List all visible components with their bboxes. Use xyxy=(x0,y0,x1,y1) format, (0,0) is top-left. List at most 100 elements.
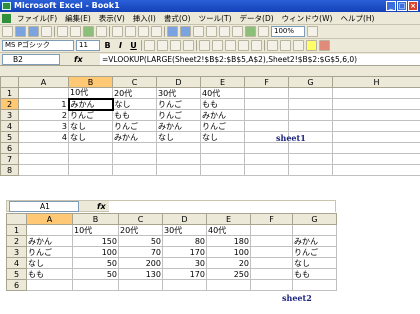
help-icon[interactable] xyxy=(307,26,318,37)
sheet1-cell-f2[interactable] xyxy=(244,98,289,110)
sheet2-cell-g4[interactable]: なし xyxy=(292,257,337,269)
sheet2-cell-b5[interactable]: 50 xyxy=(72,268,119,280)
sort-descending-icon[interactable] xyxy=(232,26,243,37)
sheet2-cell-a5[interactable]: もも xyxy=(26,268,73,280)
sheet1-cell-a7[interactable] xyxy=(18,153,69,165)
sheet1-cell-a6[interactable] xyxy=(18,142,69,154)
sheet2-row-header[interactable]: 4 xyxy=(6,257,27,269)
sheet2-cell-g2[interactable]: みかん xyxy=(292,235,337,247)
sheet2-cell-e1[interactable]: 40代 xyxy=(206,224,251,236)
italic-button[interactable]: I xyxy=(115,40,126,51)
sheet2-cell-e4[interactable]: 20 xyxy=(206,257,251,269)
sheet1-select-all-corner[interactable] xyxy=(0,76,19,88)
sheet1-cell-h4[interactable] xyxy=(332,120,420,132)
sheet1-cell-c4[interactable]: りんご xyxy=(112,120,157,132)
merge-center-icon[interactable] xyxy=(183,40,194,51)
sheet2-cell-d2[interactable]: 80 xyxy=(162,235,207,247)
sheet1-row-header[interactable]: 2 xyxy=(0,98,19,110)
sheet2-cell-g6[interactable] xyxy=(292,279,337,291)
borders-icon[interactable] xyxy=(293,40,304,51)
sheet2-cell-d3[interactable]: 170 xyxy=(162,246,207,258)
formula-input[interactable]: =VLOOKUP(LARGE(Sheet2!$B$2:$B$5,A$2),She… xyxy=(100,53,420,65)
maximize-button[interactable]: □ xyxy=(397,1,407,11)
open-folder-icon[interactable] xyxy=(15,26,26,37)
sort-ascending-icon[interactable] xyxy=(219,26,230,37)
sheet1-cell-g6[interactable] xyxy=(288,142,333,154)
cut-icon[interactable] xyxy=(112,26,123,37)
sheet1-cell-b8[interactable] xyxy=(68,164,113,176)
sheet1-cell-c5[interactable]: みかん xyxy=(112,131,157,143)
sheet2-fx-icon[interactable]: fx xyxy=(79,202,109,211)
sheet2-row-header[interactable]: 3 xyxy=(6,246,27,258)
sheet1-column-header-c[interactable]: C xyxy=(112,76,157,88)
sheet1-cell-f6[interactable] xyxy=(244,142,289,154)
sheet2-cell-c1[interactable]: 20代 xyxy=(118,224,163,236)
sheet1-cell-f8[interactable] xyxy=(244,164,289,176)
sheet1-cell-b7[interactable] xyxy=(68,153,113,165)
sheet1-column-header-b[interactable]: B xyxy=(68,76,113,88)
sheet1-cell-a1[interactable] xyxy=(18,87,69,99)
sheet2-select-all-corner[interactable] xyxy=(6,213,27,225)
print-preview-icon[interactable] xyxy=(70,26,81,37)
sheet2-column-header-c[interactable]: C xyxy=(118,213,163,225)
sheet1-cell-d2[interactable]: りんご xyxy=(156,98,201,110)
sheet1-cell-e2[interactable]: もも xyxy=(200,98,245,110)
sheet1-cell-e5[interactable]: なし xyxy=(200,131,245,143)
sheet1-cell-a4[interactable]: 3 xyxy=(18,120,69,132)
currency-icon[interactable] xyxy=(199,40,210,51)
menu-window[interactable]: ウィンドウ(W) xyxy=(278,13,337,24)
sheet1-cell-d5[interactable]: なし xyxy=(156,131,201,143)
sheet2-cell-g5[interactable]: もも xyxy=(292,268,337,280)
sheet2-column-header-g[interactable]: G xyxy=(292,213,337,225)
sheet1-column-header-f[interactable]: F xyxy=(244,76,289,88)
decrease-indent-icon[interactable] xyxy=(267,40,278,51)
sheet2-cell-g1[interactable] xyxy=(292,224,337,236)
sheet2-cell-d5[interactable]: 170 xyxy=(162,268,207,280)
sheet2-column-header-e[interactable]: E xyxy=(206,213,251,225)
underline-button[interactable]: U xyxy=(128,40,139,51)
sheet1-row-header[interactable]: 7 xyxy=(0,153,19,165)
sheet2-row-header[interactable]: 1 xyxy=(6,224,27,236)
close-button[interactable]: × xyxy=(408,1,418,11)
sheet1-cell-h8[interactable] xyxy=(332,164,420,176)
sheet2-cell-f3[interactable] xyxy=(250,246,293,258)
sheet2-column-header-b[interactable]: B xyxy=(72,213,119,225)
sheet2-row-header[interactable]: 6 xyxy=(6,279,27,291)
sheet1-row-header[interactable]: 4 xyxy=(0,120,19,132)
zoom-select[interactable]: 100% xyxy=(271,26,305,37)
sheet1-cell-c8[interactable] xyxy=(112,164,157,176)
sheet2-cell-a3[interactable]: りんご xyxy=(26,246,73,258)
sheet1-cell-g8[interactable] xyxy=(288,164,333,176)
sheet2-cell-b6[interactable] xyxy=(72,279,119,291)
sheet2-column-header-d[interactable]: D xyxy=(162,213,207,225)
spelling-icon[interactable] xyxy=(83,26,94,37)
sheet1-cell-e8[interactable] xyxy=(200,164,245,176)
sheet2-cell-e5[interactable]: 250 xyxy=(206,268,251,280)
sheet2-cell-a6[interactable] xyxy=(26,279,73,291)
copy-icon[interactable] xyxy=(125,26,136,37)
sheet1-cell-c6[interactable] xyxy=(112,142,157,154)
menu-file[interactable]: ファイル(F) xyxy=(13,13,61,24)
sheet2-cell-b2[interactable]: 150 xyxy=(72,235,119,247)
sheet2-row-header[interactable]: 5 xyxy=(6,268,27,280)
increase-indent-icon[interactable] xyxy=(280,40,291,51)
sheet1-cell-b4[interactable]: なし xyxy=(68,120,113,132)
autosum-icon[interactable] xyxy=(206,26,217,37)
sheet1-cell-h3[interactable] xyxy=(332,109,420,121)
sheet2-column-header-a[interactable]: A xyxy=(26,213,73,225)
sheet1-cell-h6[interactable] xyxy=(332,142,420,154)
chart-wizard-icon[interactable] xyxy=(245,26,256,37)
sheet1-cell-g1[interactable] xyxy=(288,87,333,99)
new-file-icon[interactable] xyxy=(2,26,13,37)
redo-icon[interactable] xyxy=(180,26,191,37)
sheet1-cell-e6[interactable] xyxy=(200,142,245,154)
sheet2-cell-f1[interactable] xyxy=(250,224,293,236)
hyperlink-icon[interactable] xyxy=(193,26,204,37)
sheet2-cell-a1[interactable] xyxy=(26,224,73,236)
sheet1-cell-d6[interactable] xyxy=(156,142,201,154)
menu-tools[interactable]: ツール(T) xyxy=(195,13,236,24)
sheet2-cell-c6[interactable] xyxy=(118,279,163,291)
sheet2-cell-f4[interactable] xyxy=(250,257,293,269)
sheet2-name-box[interactable]: A1 xyxy=(9,200,79,212)
sheet2-cell-e6[interactable] xyxy=(206,279,251,291)
